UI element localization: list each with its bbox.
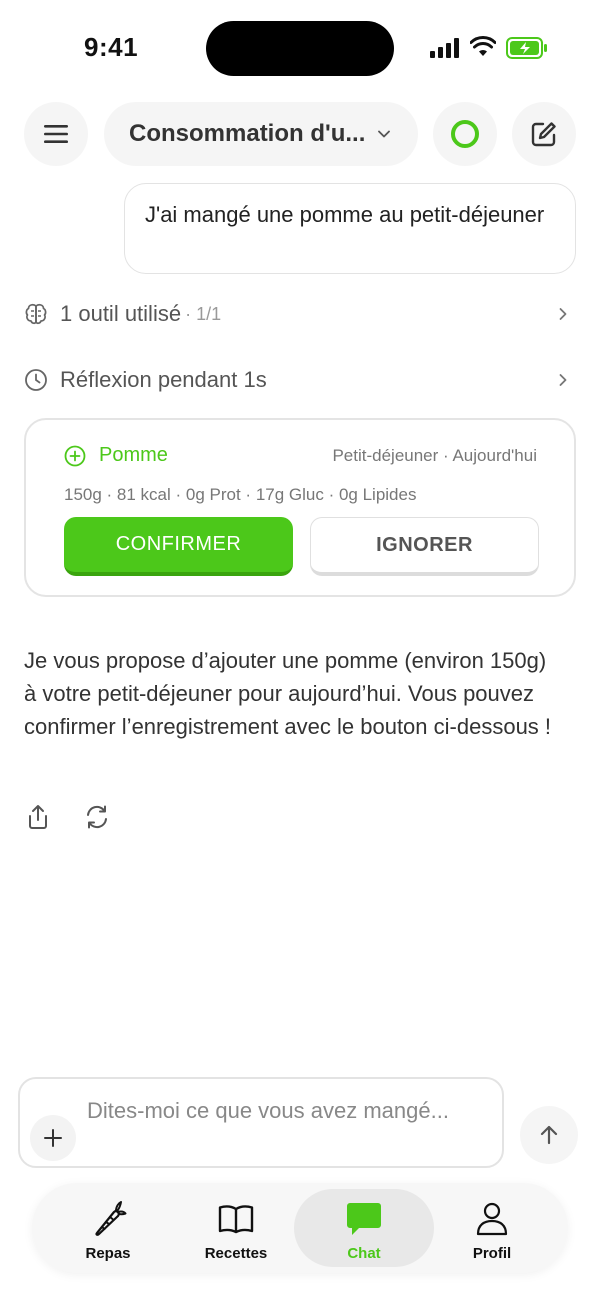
message-composer (18, 1077, 504, 1168)
status-time: 9:41 (84, 32, 139, 62)
tab-label: Profil (472, 1245, 512, 1262)
regenerate-icon[interactable] (83, 803, 111, 831)
meal-and-date: Petit-déjeuner · Aujourd'hui (332, 446, 537, 465)
book-icon (218, 1205, 254, 1234)
status-ring-icon (451, 120, 479, 148)
add-attachment-button[interactable] (30, 1115, 76, 1161)
chevron-right-icon (559, 308, 567, 320)
confirm-button[interactable]: CONFIRMER (64, 517, 293, 576)
arrow-up-icon (540, 1125, 558, 1145)
thinking-row[interactable]: Réflexion pendant 1s (24, 362, 576, 398)
ignore-button[interactable]: IGNORER (310, 517, 539, 576)
tools-used-row[interactable]: 1 outil utilisé · 1/1 (24, 296, 576, 332)
dynamic-island (206, 21, 394, 76)
plus-circle-icon (64, 445, 86, 466)
brain-icon (25, 303, 47, 325)
chevron-right-icon (559, 374, 567, 386)
food-suggestion-card: Pomme Petit-déjeuner · Aujourd'hui 150g … (24, 418, 576, 597)
new-conversation-button[interactable] (512, 102, 576, 166)
thinking-label: Réflexion pendant 1s (60, 367, 267, 392)
conversation-title: Consommation d'u... (129, 120, 366, 147)
carrot-icon (95, 1201, 127, 1236)
chevron-down-icon (378, 130, 391, 138)
chat-bubble-icon (347, 1203, 381, 1235)
tab-label: Recettes (204, 1245, 268, 1262)
send-button[interactable] (520, 1106, 578, 1164)
tab-chat[interactable]: Chat (294, 1189, 434, 1267)
compose-icon (531, 122, 556, 147)
food-suggestion-header: Pomme (64, 444, 168, 467)
tab-label: Repas (85, 1245, 131, 1262)
nutrition-summary: 150g · 81 kcal · 0g Prot · 17g Gluc · 0g… (64, 485, 417, 504)
hamburger-icon (44, 125, 68, 143)
message-input[interactable] (87, 1095, 487, 1157)
status-bar: 9:41 (0, 0, 600, 96)
tools-used-label: 1 outil utilisé (60, 301, 182, 326)
tab-recettes[interactable]: Recettes (166, 1189, 306, 1267)
conversation-title-dropdown[interactable]: Consommation d'u... (104, 102, 418, 166)
menu-button[interactable] (24, 102, 88, 166)
plus-icon (44, 1129, 62, 1147)
status-button[interactable] (433, 102, 497, 166)
tab-repas[interactable]: Repas (38, 1189, 178, 1267)
user-icon (476, 1202, 508, 1236)
cellular-signal-icon (430, 38, 459, 58)
share-icon[interactable] (24, 803, 52, 831)
tab-profil[interactable]: Profil (422, 1189, 562, 1267)
bottom-tab-bar: Repas Recettes Chat Profil (32, 1183, 568, 1273)
battery-charging-icon (506, 37, 547, 59)
tools-used-count: · 1/1 (185, 303, 222, 324)
tab-label: Chat (347, 1245, 381, 1262)
user-message-bubble: J'ai mangé une pomme au petit-déjeuner (124, 183, 576, 274)
food-name: Pomme (99, 444, 168, 466)
assistant-message: Je vous propose d’ajouter une pomme (env… (24, 648, 552, 739)
clock-icon (25, 369, 47, 391)
wifi-icon (470, 36, 496, 56)
